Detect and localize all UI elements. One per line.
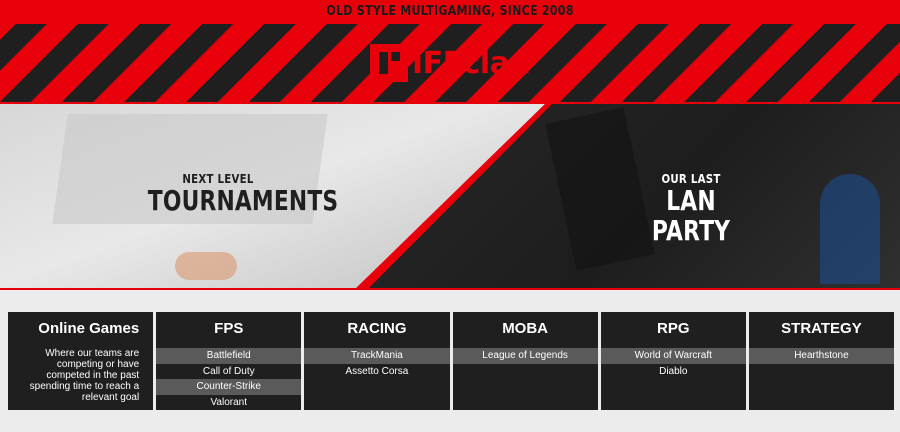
online-games-intro: Online Games Where our teams are competi… [8, 312, 154, 410]
online-games-title: Online Games [38, 320, 140, 337]
hero-bottom-border [0, 288, 900, 290]
game-item[interactable]: Battlefield [156, 348, 302, 364]
lan-party-link[interactable]: OUR LAST LAN PARTY [611, 172, 771, 246]
logo-text: IFFclan [412, 45, 531, 81]
category-moba: MOBA League of Legends [452, 312, 598, 410]
lan-party-title: LAN PARTY [651, 184, 731, 247]
game-item[interactable]: World of Warcraft [600, 348, 746, 364]
game-item[interactable]: Valorant [156, 395, 301, 411]
game-item[interactable]: Diablo [601, 364, 746, 380]
tournaments-title: TOURNAMENTS [147, 184, 339, 217]
category-fps: FPS Battlefield Call of Duty Counter-Str… [156, 312, 302, 411]
game-item[interactable]: Counter-Strike [156, 379, 302, 395]
online-games-table: Online Games Where our teams are competi… [8, 312, 895, 411]
site-logo[interactable]: IFFclan [370, 44, 531, 82]
online-games-description: Where our teams are competing or have co… [29, 348, 140, 403]
game-item[interactable]: League of Legends [452, 348, 598, 364]
logo-mark-icon [370, 44, 408, 82]
category-rpg: RPG World of Warcraft Diablo [600, 312, 746, 410]
category-title: STRATEGY [781, 320, 862, 337]
category-strategy: STRATEGY Hearthstone [748, 312, 895, 410]
category-title: FPS [214, 320, 244, 337]
category-racing: RACING TrackMania Assetto Corsa [304, 312, 450, 410]
tournaments-link[interactable]: NEXT LEVEL TOURNAMENTS [128, 172, 339, 217]
category-title: RACING [347, 320, 407, 337]
game-item[interactable]: TrackMania [304, 348, 450, 364]
game-item[interactable]: Hearthstone [748, 348, 895, 364]
category-title: MOBA [502, 320, 549, 337]
category-title: RPG [657, 320, 690, 337]
game-item[interactable]: Call of Duty [156, 364, 301, 380]
top-banner: OLD STYLE MULTIGAMING, SINCE 2008 [0, 0, 900, 24]
tagline: OLD STYLE MULTIGAMING, SINCE 2008 [67, 0, 833, 24]
game-item[interactable]: Assetto Corsa [304, 364, 449, 380]
